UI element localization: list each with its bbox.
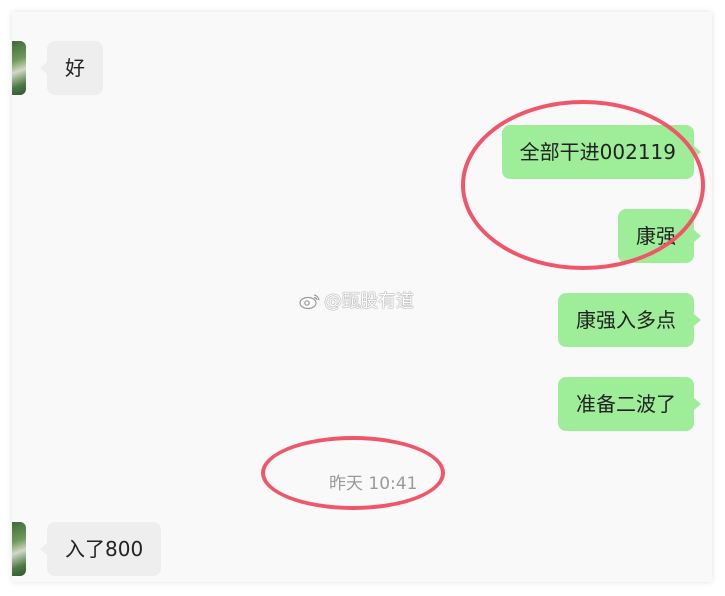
annotation-ellipse	[461, 100, 705, 270]
contact-avatar[interactable]	[12, 41, 26, 95]
chat-panel: 好 全部干进002119 康强 康强入多点 准备二波了 昨天 10:41 入了8…	[12, 12, 712, 582]
watermark: @甄股有道	[299, 287, 414, 313]
received-message-bubble[interactable]: 入了800	[39, 522, 162, 576]
sent-message-bubble[interactable]: 康强入多点	[558, 293, 701, 347]
received-message-bubble[interactable]: 好	[40, 41, 103, 95]
watermark-text: @甄股有道	[324, 291, 414, 312]
sent-message-bubble[interactable]: 准备二波了	[558, 377, 701, 431]
contact-avatar[interactable]	[12, 522, 26, 576]
weibo-icon	[299, 294, 320, 309]
annotation-ellipse	[261, 436, 445, 510]
